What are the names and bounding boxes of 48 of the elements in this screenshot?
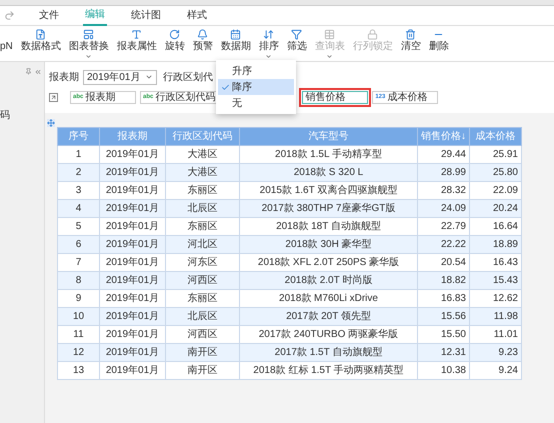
calendar-icon (230, 29, 242, 40)
table-cell: 9.24 (470, 362, 522, 380)
lock-icon (367, 29, 378, 40)
menu-tab[interactable]: 样式 (185, 6, 209, 26)
toolbar-button[interactable]: 清空 (400, 29, 421, 53)
menu-item[interactable]: 无 (218, 95, 294, 111)
table-cell: 13 (58, 362, 100, 380)
menu-item[interactable]: 升序 (218, 63, 294, 79)
filter-label: 行政区划代 (163, 70, 213, 84)
check-icon (220, 82, 230, 92)
period-select[interactable]: 2019年01月 (83, 70, 157, 84)
toolbar-button[interactable]: 旋转 (164, 29, 185, 53)
filter-label: 报表期 (49, 70, 79, 84)
caret-icon (265, 53, 272, 60)
caret-icon (145, 73, 153, 81)
bell-icon (197, 29, 208, 40)
toolbar-button[interactable]: 报表属性 (116, 29, 157, 53)
table-cell: 南开区 (166, 362, 240, 380)
toolbar-button[interactable]: 数据期 (220, 29, 251, 53)
caret-icon (326, 53, 334, 60)
redo-icon[interactable] (4, 10, 15, 21)
toolbar-button[interactable]: 排序 (258, 29, 279, 60)
toolbar-button[interactable]: 数据格式 (20, 29, 61, 53)
expand-icon[interactable] (49, 92, 58, 102)
menu-item[interactable]: 降序 (218, 79, 294, 95)
text-icon (131, 29, 142, 40)
table-icon (324, 29, 336, 40)
table-cell: 2018款 红标 1.5T 手动两驱精英型 (240, 362, 418, 380)
table-cell: 2019年01月 (100, 362, 166, 380)
filter-icon (291, 29, 302, 40)
menu-tab[interactable]: 统计图 (129, 6, 163, 26)
move-handle-icon[interactable] (47, 119, 55, 127)
pin-icon[interactable] (25, 68, 32, 75)
toolbar-button[interactable]: 筛选 (286, 29, 307, 53)
sort-icon (263, 29, 274, 40)
menu-tab[interactable]: 文件 (37, 6, 61, 26)
window-icon (83, 29, 94, 40)
trash-icon (405, 29, 416, 40)
toolbar-button[interactable]: 删除 (428, 29, 449, 53)
table-cell: 10.38 (418, 362, 470, 380)
collapse-icon[interactable] (34, 68, 42, 76)
sidebar-text: 码 (0, 109, 11, 123)
caret-icon (85, 53, 92, 60)
document-icon (35, 29, 46, 40)
rotate-icon (169, 29, 180, 40)
toolbar-button[interactable]: pN (0, 29, 13, 53)
toolbar-button[interactable]: 图表替换 (68, 29, 109, 60)
toolbar-button[interactable]: 预警 (192, 29, 213, 53)
